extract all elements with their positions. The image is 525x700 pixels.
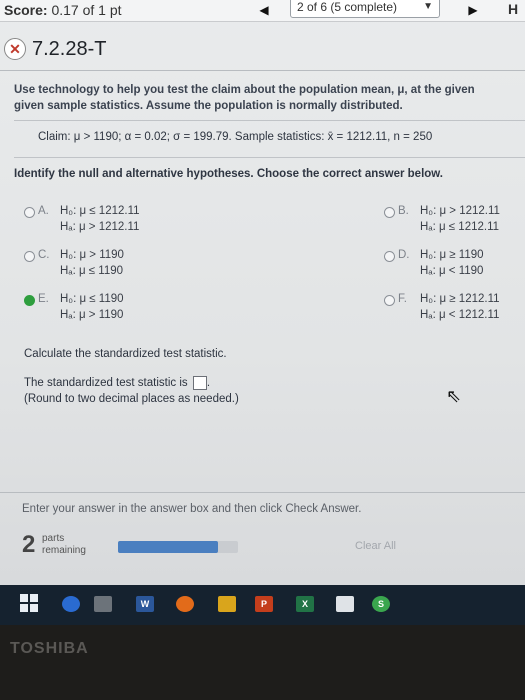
option-letter: B. — [398, 205, 409, 217]
question-title-row: ✕ 7.2.28-T — [4, 34, 106, 64]
null-hypothesis: H₀: μ ≤ 1190 — [60, 293, 124, 305]
option-letter: C. — [38, 249, 50, 261]
period: . — [206, 377, 211, 390]
alt-hypothesis: Hₐ: μ ≤ 1212.11 — [420, 221, 500, 233]
mouse-cursor-icon: ⇖ — [446, 386, 462, 406]
parts-label: parts — [42, 533, 65, 544]
triangle-left-icon: ◀ — [259, 3, 269, 17]
folder-icon[interactable] — [218, 596, 236, 612]
option-e[interactable]: E. H₀: μ ≤ 1190 Hₐ: μ > 1190 — [24, 293, 194, 327]
clear-all-button[interactable]: Clear All — [355, 540, 396, 552]
null-hypothesis: H₀: μ > 1212.11 — [420, 205, 500, 217]
parts-count: 2 — [22, 531, 36, 558]
alt-hypothesis: Hₐ: μ ≤ 1190 — [60, 265, 124, 277]
radio-icon[interactable] — [24, 207, 35, 218]
radio-icon[interactable] — [384, 207, 395, 218]
null-hypothesis: H₀: μ ≥ 1212.11 — [420, 293, 500, 305]
windows-start-icon[interactable] — [20, 594, 38, 612]
test-statistic-input[interactable] — [192, 376, 207, 390]
option-b[interactable]: B. H₀: μ > 1212.11 Hₐ: μ ≤ 1212.11 — [384, 205, 524, 239]
alt-hypothesis: Hₐ: μ < 1190 — [420, 265, 484, 277]
question-prompt: Use technology to help you test the clai… — [14, 82, 524, 114]
powerpoint-icon[interactable]: P — [255, 596, 273, 612]
null-hypothesis: H₀: μ > 1190 — [60, 249, 124, 261]
option-c[interactable]: C. H₀: μ > 1190 Hₐ: μ ≤ 1190 — [24, 249, 194, 283]
parts-progress-bar — [118, 541, 238, 553]
next-question-button[interactable]: ▶ — [455, 0, 491, 20]
app-s-icon[interactable]: S — [372, 596, 390, 612]
option-letter: E. — [38, 293, 49, 305]
store-icon[interactable] — [94, 596, 112, 612]
alt-hypothesis: Hₐ: μ > 1212.11 — [60, 221, 140, 233]
null-hypothesis: H₀: μ ≥ 1190 — [420, 249, 484, 261]
triangle-right-icon: ▶ — [468, 3, 478, 17]
divider — [0, 492, 525, 493]
question-id: 7.2.28-T — [32, 37, 107, 60]
radio-checked-icon[interactable] — [24, 295, 35, 306]
test-statistic-label: The standardized test statistic is — [24, 377, 188, 390]
excel-icon[interactable]: X — [296, 596, 314, 612]
round-note: (Round to two decimal places as needed.) — [24, 393, 239, 405]
screen: Score: 0.17 of 1 pt ◀ 2 of 6 (5 complete… — [0, 0, 525, 585]
chevron-down-icon: ▼ — [423, 1, 433, 12]
prompt-line-1: Use technology to help you test the clai… — [14, 84, 475, 96]
prompt-line-2: given sample statistics. Assume the popu… — [14, 100, 403, 112]
media-icon[interactable] — [176, 596, 194, 612]
word-icon[interactable]: W — [136, 596, 154, 612]
option-a[interactable]: A. H₀: μ ≤ 1212.11 Hₐ: μ > 1212.11 — [24, 205, 194, 239]
parts-progress-fill — [118, 541, 218, 553]
option-f[interactable]: F. H₀: μ ≥ 1212.11 Hₐ: μ < 1212.11 — [384, 293, 524, 327]
option-letter: A. — [38, 205, 49, 217]
radio-icon[interactable] — [384, 251, 395, 262]
top-bar: Score: 0.17 of 1 pt ◀ 2 of 6 (5 complete… — [0, 0, 525, 22]
part2-heading: Calculate the standardized test statisti… — [24, 348, 227, 360]
claim-text: Claim: μ > 1190; α = 0.02; σ = 199.79. S… — [38, 131, 433, 143]
edge-icon[interactable] — [62, 596, 80, 612]
alt-hypothesis: Hₐ: μ < 1212.11 — [420, 309, 500, 321]
mail-icon[interactable] — [336, 596, 354, 612]
option-d[interactable]: D. H₀: μ ≥ 1190 Hₐ: μ < 1190 — [384, 249, 524, 283]
instruction-footer: Enter your answer in the answer box and … — [22, 503, 362, 515]
laptop-brand-logo: TOSHIBA — [10, 640, 89, 657]
incorrect-mark-icon: ✕ — [4, 38, 26, 60]
question-progress-text: 2 of 6 (5 complete) — [297, 0, 398, 14]
radio-icon[interactable] — [24, 251, 35, 262]
radio-icon[interactable] — [384, 295, 395, 306]
option-letter: F. — [398, 293, 407, 305]
question-progress-dropdown[interactable]: 2 of 6 (5 complete) ▼ — [290, 0, 440, 18]
score: Score: 0.17 of 1 pt — [4, 2, 122, 18]
divider — [0, 70, 525, 71]
remaining-label: remaining — [42, 545, 86, 556]
option-letter: D. — [398, 249, 410, 261]
score-label: Score: — [4, 2, 48, 18]
test-statistic-row: The standardized test statistic is . — [24, 376, 210, 390]
null-hypothesis: H₀: μ ≤ 1212.11 — [60, 205, 140, 217]
instruction: Identify the null and alternative hypoth… — [14, 168, 444, 180]
score-value: 0.17 of 1 pt — [51, 2, 122, 18]
claim-box: Claim: μ > 1190; α = 0.02; σ = 199.79. S… — [14, 120, 525, 158]
alt-hypothesis: Hₐ: μ > 1190 — [60, 309, 124, 321]
header-letter: H — [508, 1, 519, 17]
previous-question-button[interactable]: ◀ — [246, 0, 282, 20]
